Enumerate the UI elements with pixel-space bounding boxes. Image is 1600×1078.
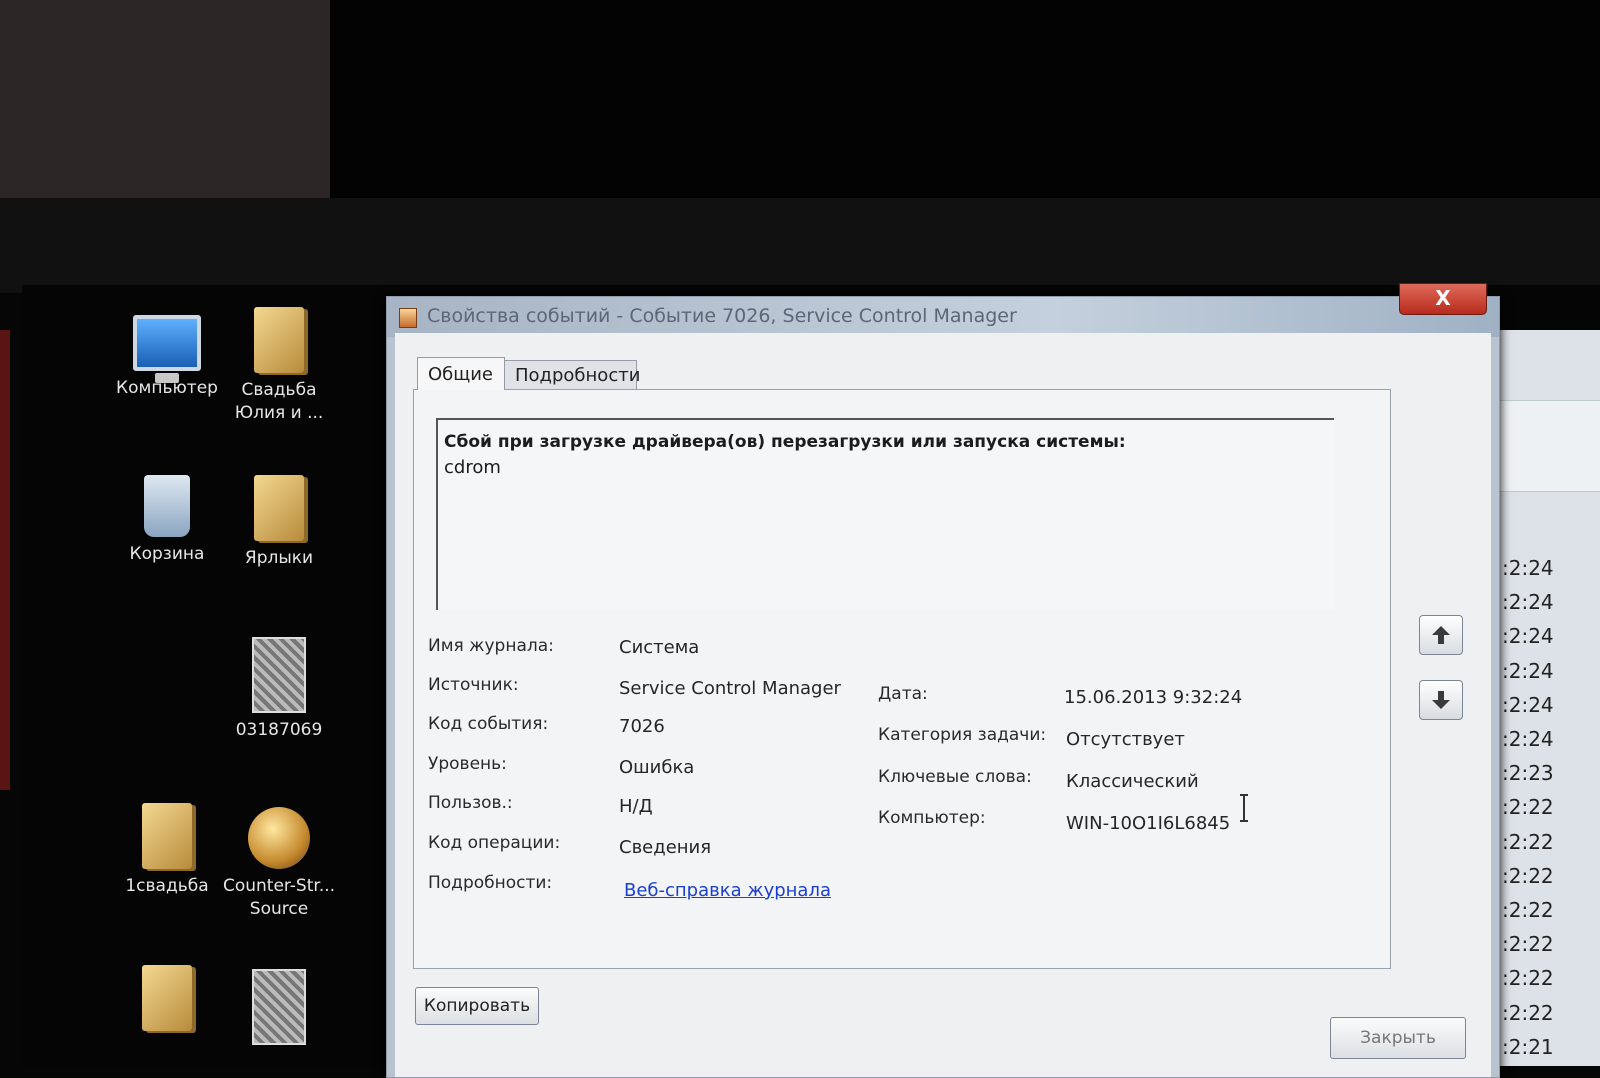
field-value-date: 15.06.2013 9:32:24 <box>1064 687 1243 708</box>
field-label-source: Источник: <box>428 675 519 695</box>
event-time-cell[interactable]: :2:24 <box>1502 590 1554 614</box>
event-time-cell[interactable]: :2:24 <box>1502 624 1554 648</box>
web-help-link[interactable]: Веб-справка журнала <box>624 880 831 901</box>
text-cursor-icon <box>1240 794 1248 822</box>
field-value-keywords: Классический <box>1066 771 1199 792</box>
titlebar[interactable]: Свойства событий - Событие 7026, Service… <box>387 297 1499 337</box>
desktop-icon-partial-image[interactable] <box>214 969 344 1051</box>
dialog-title: Свойства событий - Событие 7026, Service… <box>427 305 1017 327</box>
arrow-down-icon <box>1432 691 1450 709</box>
field-value-user: Н/Д <box>619 796 653 817</box>
event-time-cell[interactable]: :2:24 <box>1502 659 1554 683</box>
event-time-cell[interactable]: :2:22 <box>1502 864 1554 888</box>
tab-general[interactable]: Общие <box>417 357 505 390</box>
event-viewer-icon <box>399 308 417 328</box>
field-label-computer: Компьютер: <box>878 808 986 828</box>
event-time-cell[interactable]: :2:22 <box>1502 1001 1554 1025</box>
recycle-bin-icon <box>144 475 190 537</box>
desktop-icon-label: Свадьба Юлия и ... <box>234 380 324 423</box>
field-label-level: Уровень: <box>428 754 507 774</box>
image-file-icon <box>252 969 306 1045</box>
room-wall <box>0 0 330 215</box>
field-value-opcode: Сведения <box>619 837 712 858</box>
desktop-icon-label: 03187069 <box>235 720 323 740</box>
field-value-log-name: Система <box>619 637 700 658</box>
field-label-opcode: Код операции: <box>428 833 561 853</box>
event-time-cell[interactable]: :2:24 <box>1502 727 1554 751</box>
desktop-icon-label: Ярлыки <box>244 548 314 568</box>
desktop-icon-label: Counter-Str... Source <box>222 876 336 919</box>
field-label-event-id: Код события: <box>428 714 549 734</box>
game-shortcut-icon <box>248 807 310 869</box>
image-file-icon <box>252 637 306 713</box>
field-label-more-info: Подробности: <box>428 873 553 893</box>
event-time-cell[interactable]: :2:22 <box>1502 966 1554 990</box>
event-time-cell[interactable]: :2:22 <box>1502 932 1554 956</box>
event-time-cell[interactable]: :2:23 <box>1502 761 1554 785</box>
event-time-cell[interactable]: :2:24 <box>1502 556 1554 580</box>
folder-icon <box>254 475 304 541</box>
desktop-icon-recycle-bin[interactable]: Корзина <box>102 475 232 566</box>
event-time-cell[interactable]: :2:24 <box>1502 693 1554 717</box>
dialog-client-area: Общие Подробности Сбой при загрузке драй… <box>395 333 1491 1077</box>
desktop-icon-image-file[interactable]: 03187069 <box>214 637 344 742</box>
event-viewer-background-window: :2:24 :2:24 :2:24 :2:24 :2:24 :2:24 :2:23 :2:22… <box>1500 330 1600 1066</box>
field-value-level: Ошибка <box>619 757 695 778</box>
field-value-computer: WIN-10O1I6L6845 <box>1066 813 1231 834</box>
field-label-keywords: Ключевые слова: <box>878 767 1032 787</box>
general-tab-panel: Сбой при загрузке драйвера(ов) перезагру… <box>413 389 1391 969</box>
field-label-log-name: Имя журнала: <box>428 636 554 656</box>
folder-icon <box>142 803 192 869</box>
event-properties-dialog: Свойства событий - Событие 7026, Service… <box>386 283 1500 1078</box>
desktop-icon-wedding1-folder[interactable]: 1свадьба <box>102 803 232 898</box>
event-description-box[interactable]: Сбой при загрузке драйвера(ов) перезагру… <box>436 418 1334 610</box>
copy-button[interactable]: Копировать <box>415 987 539 1025</box>
description-driver-name: cdrom <box>444 457 501 478</box>
description-text: Сбой при загрузке драйвера(ов) перезагру… <box>444 432 1126 452</box>
event-time-cell[interactable]: :2:21 <box>1502 1035 1554 1059</box>
desktop-icon-label: Корзина <box>129 544 205 564</box>
arrow-up-icon <box>1432 626 1450 644</box>
field-label-date: Дата: <box>878 684 928 704</box>
previous-event-button[interactable] <box>1419 615 1463 655</box>
field-value-source: Service Control Manager <box>619 678 841 699</box>
desktop-icon-shortcuts-folder[interactable]: Ярлыки <box>214 475 344 570</box>
event-time-cell[interactable]: :2:22 <box>1502 830 1554 854</box>
next-event-button[interactable] <box>1419 680 1463 720</box>
field-value-task-category: Отсутствует <box>1066 729 1185 750</box>
field-label-user: Пользов.: <box>428 793 513 813</box>
monitor-bezel <box>0 198 1600 293</box>
desktop-icon-label: 1свадьба <box>125 876 209 896</box>
desktop-icon-counter-strike[interactable]: Counter-Str... Source <box>214 807 344 921</box>
desktop-icon-computer[interactable]: Компьютер <box>102 315 232 400</box>
field-label-task-category: Категория задачи: <box>878 725 1047 745</box>
background-dark <box>330 0 1600 205</box>
desktop-icon-wedding-folder[interactable]: Свадьба Юлия и ... <box>214 307 344 425</box>
folder-icon <box>254 307 304 373</box>
list-header-strip <box>1500 400 1600 492</box>
side-red-edge <box>0 330 10 790</box>
desktop-icon-partial-folder[interactable] <box>102 965 232 1037</box>
folder-icon <box>142 965 192 1031</box>
close-window-button[interactable]: X <box>1399 283 1487 315</box>
event-time-cell[interactable]: :2:22 <box>1502 795 1554 819</box>
event-time-cell[interactable]: :2:22 <box>1502 898 1554 922</box>
field-value-event-id: 7026 <box>619 716 665 737</box>
tab-details[interactable]: Подробности <box>504 360 640 390</box>
computer-icon <box>133 315 201 383</box>
close-button[interactable]: Закрыть <box>1330 1017 1466 1059</box>
